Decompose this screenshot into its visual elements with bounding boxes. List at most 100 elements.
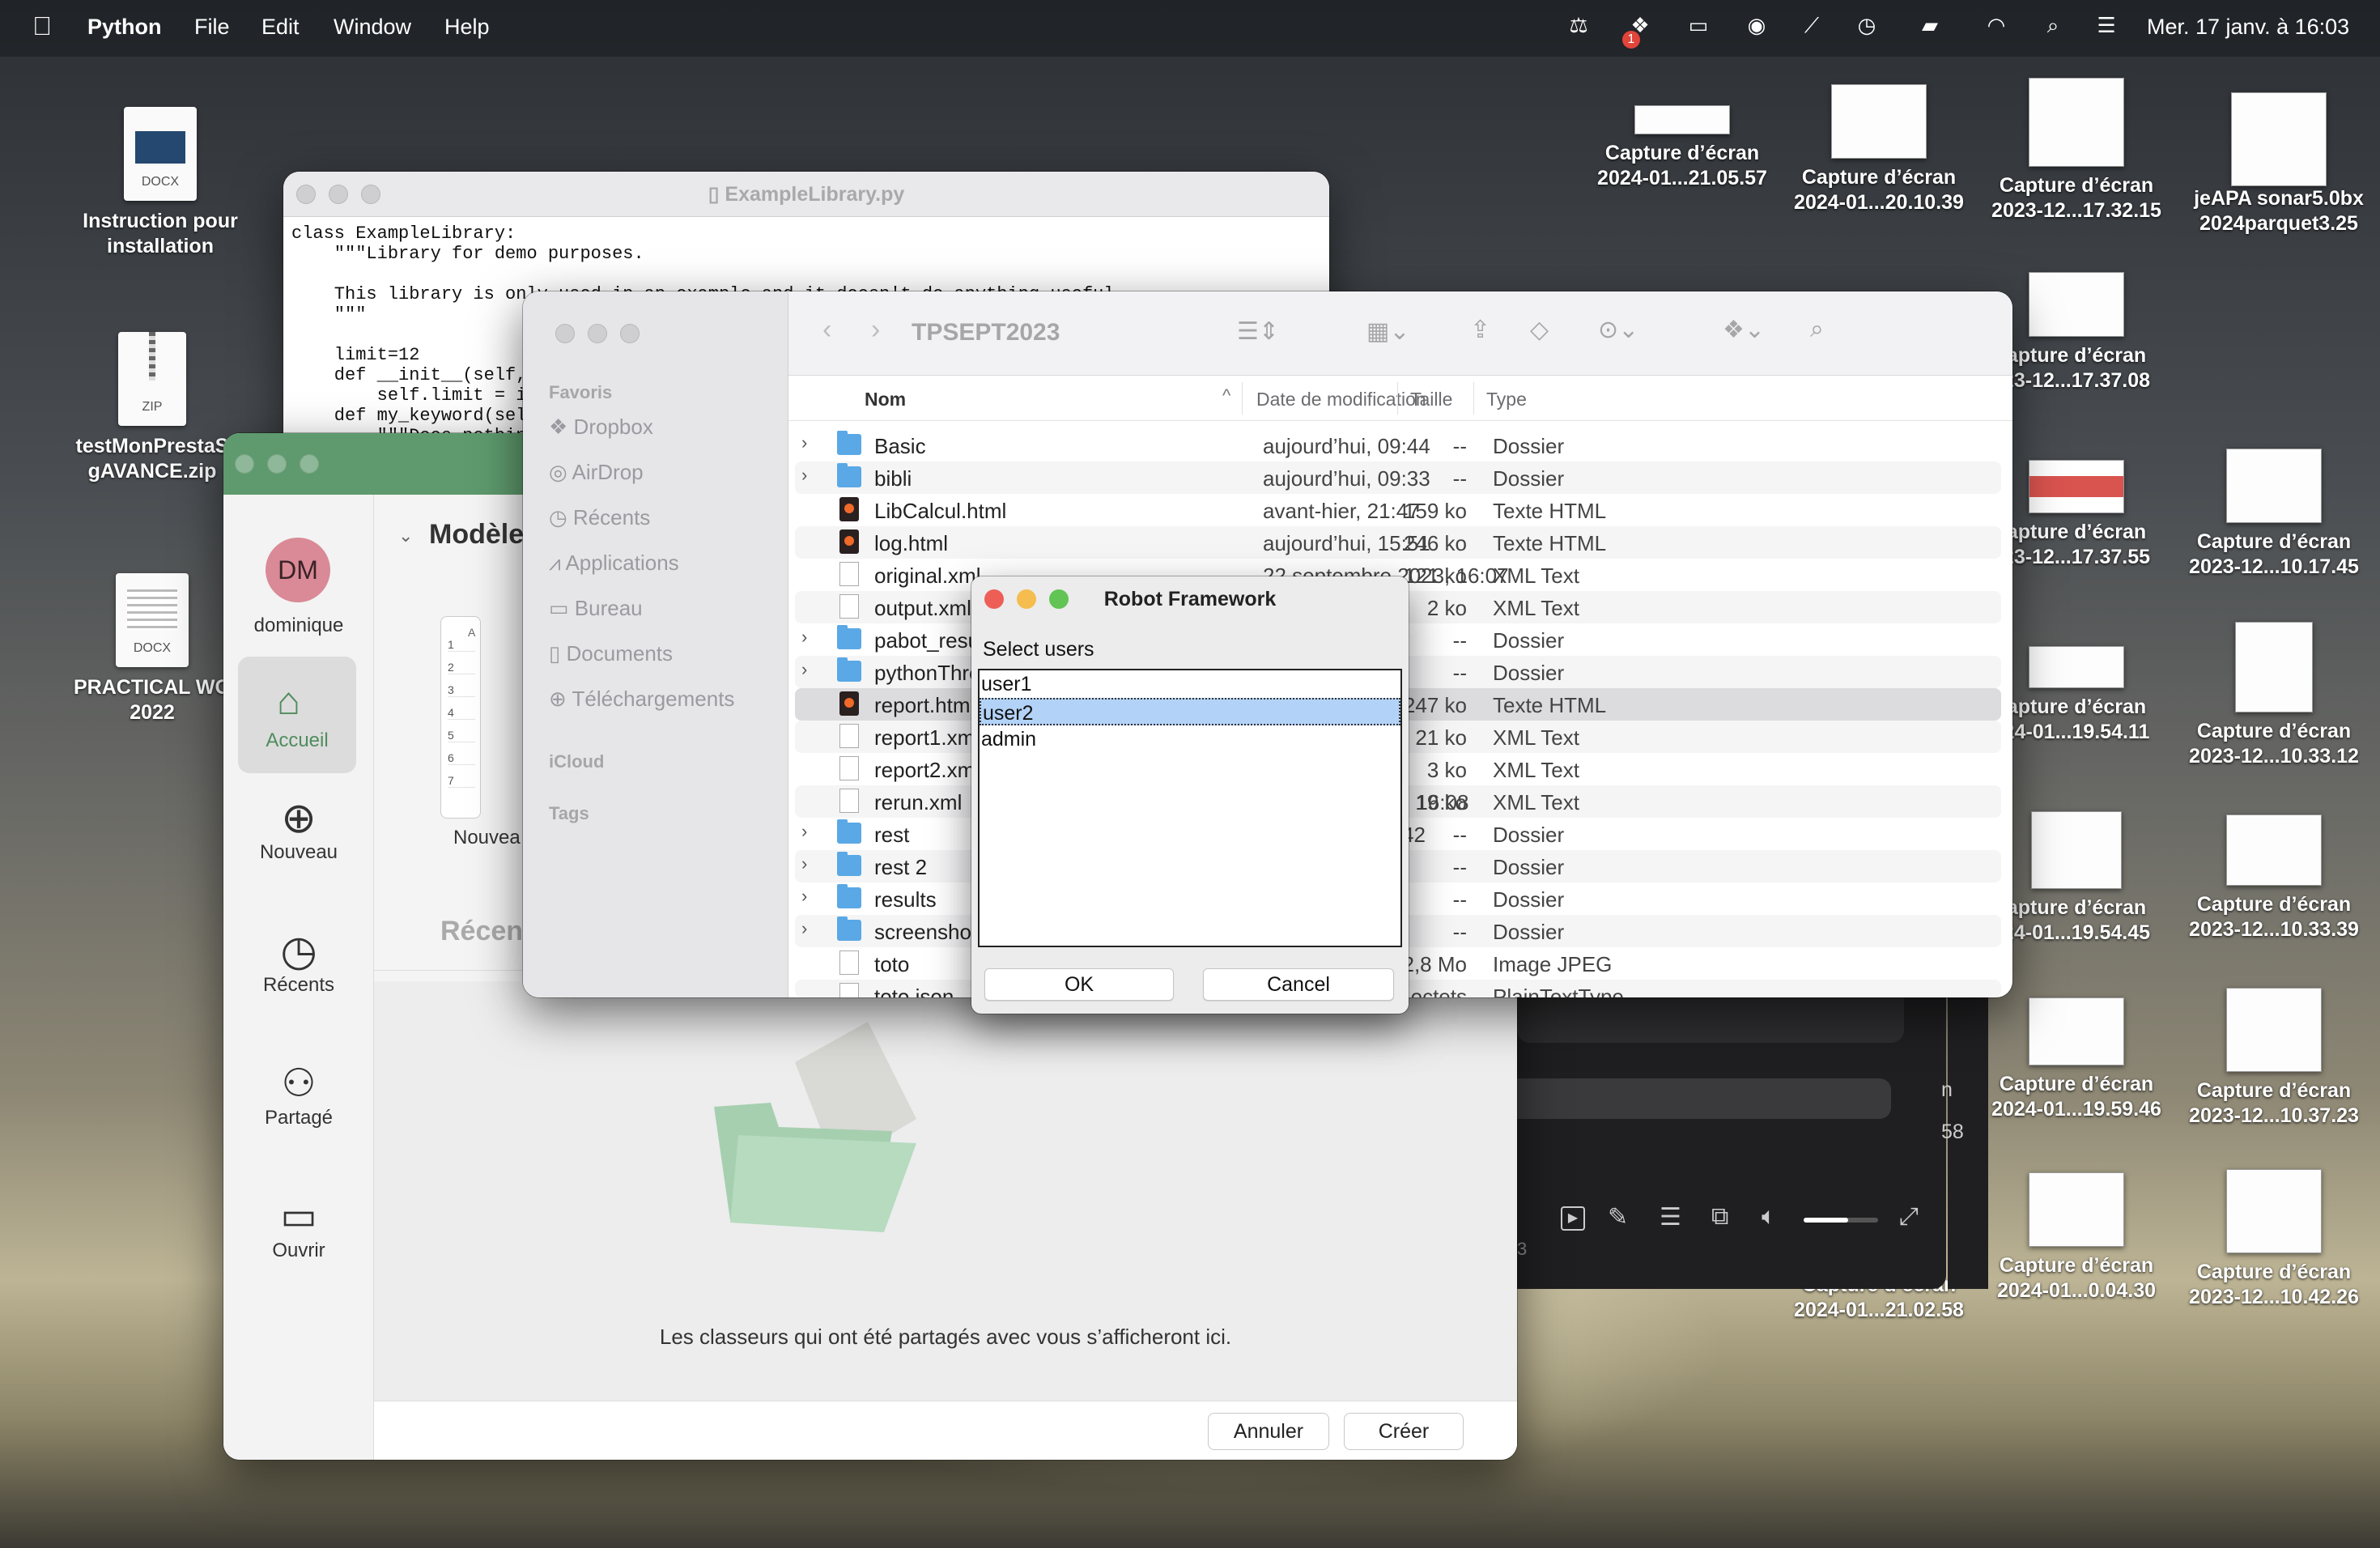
desktop-capture[interactable]: Capture d’écran 2023-12...17.32.15 [1975, 78, 2178, 223]
more-icon[interactable]: ⊙⌄ [1598, 316, 1638, 344]
volume-icon[interactable]: 🔈︎ [1762, 1203, 1776, 1231]
glasses-icon[interactable]: ◉ [1742, 13, 1771, 42]
fullscreen-icon[interactable]: ⤢ [1899, 1203, 1919, 1231]
pencil-slash-icon[interactable]: ⟋ [1797, 13, 1826, 42]
battery-icon[interactable]: ▰ [1912, 13, 1948, 42]
zoom-button[interactable] [300, 454, 319, 474]
chevron-down-icon[interactable]: ⌄ [398, 525, 413, 546]
close-button[interactable] [555, 324, 575, 343]
sidebar-section-tags[interactable]: Tags [549, 803, 589, 824]
desktop-capture[interactable]: Capture d’écran 2024-01...19.59.46 [1975, 997, 2178, 1122]
volume-slider[interactable] [1804, 1218, 1878, 1223]
desktop-file-practical[interactable]: DOCX PRACTICAL WO 2022 [63, 573, 241, 725]
disclosure-chevron-icon[interactable]: › [801, 627, 807, 648]
time-machine-icon[interactable]: ◷ [1852, 13, 1881, 42]
apple-menu-icon[interactable]:  [32, 11, 52, 41]
list-icon[interactable]: ☰ [1660, 1203, 1681, 1231]
sidebar-item-airdrop[interactable]: ◎ AirDrop [549, 460, 644, 485]
tag-icon[interactable]: ◇ [1530, 316, 1549, 344]
forward-icon[interactable]: › [871, 314, 880, 346]
list-item-user2-selected[interactable]: user2 [980, 698, 1400, 725]
avatar[interactable]: DM [266, 538, 330, 602]
nav-recents[interactable]: ◷ Récents [223, 929, 374, 997]
disclosure-chevron-icon[interactable]: › [801, 465, 807, 486]
sidebar-item-telechargements[interactable]: ⊕ Téléchargements [549, 687, 734, 712]
pencil-icon[interactable]: ✎ [1608, 1203, 1628, 1231]
sidebar-item-applications[interactable]: ⩘ Applications [549, 551, 679, 576]
template-thumbnail[interactable]: 1 2 3 4 5 6 7 [440, 616, 481, 819]
disclosure-chevron-icon[interactable]: › [801, 659, 807, 680]
sidebar-item-recents[interactable]: ◷ Récents [549, 505, 650, 530]
desktop-capture[interactable]: Capture d’écran 2023-12...10.17.45 [2173, 449, 2375, 580]
dropbox-icon[interactable]: ❖⌄ [1723, 316, 1765, 344]
nav-home[interactable]: ⌂ Accueil [238, 657, 356, 773]
search-icon[interactable]: ⌕ [2038, 13, 2068, 42]
sidebar-item-dropbox[interactable]: ❖ Dropbox [549, 415, 653, 440]
create-button[interactable]: Créer [1344, 1413, 1464, 1450]
scale-icon[interactable]: ⚖ [1564, 13, 1593, 42]
file-menu[interactable]: File [194, 15, 230, 40]
disclosure-chevron-icon[interactable]: › [801, 853, 807, 874]
file-row[interactable]: log.html aujourd’hui, 15:51 246 ko Texte HT… [795, 526, 2001, 559]
desktop-capture[interactable]: jeAPA sonar5.0bx 2024parquet3.25 [2178, 92, 2380, 254]
nav-open[interactable]: ▭ Ouvrir [223, 1194, 374, 1262]
clock[interactable]: Mer. 17 janv. à 16:03 [2147, 15, 2349, 40]
nav-new[interactable]: ⊕ Nouveau [223, 796, 374, 864]
share-icon[interactable]: ⇪ [1470, 316, 1490, 344]
disclosure-chevron-icon[interactable]: › [801, 918, 807, 939]
minimize-button[interactable] [588, 324, 607, 343]
sidebar-item-documents[interactable]: ▯ Documents [549, 641, 673, 666]
cancel-button[interactable]: Cancel [1203, 968, 1394, 1001]
minimize-button[interactable] [267, 454, 287, 474]
zoom-button[interactable] [361, 185, 380, 204]
disclosure-chevron-icon[interactable]: › [801, 821, 807, 842]
pip-icon[interactable]: ⧉ [1711, 1203, 1728, 1231]
wifi-icon[interactable]: ◠ [1982, 13, 2011, 42]
desktop-file-zip[interactable]: ZIP testMonPrestaS gAVANCE.zip [63, 332, 241, 484]
disclosure-chevron-icon[interactable]: › [801, 886, 807, 907]
desktop-capture[interactable]: Capture d’écran 2023-12...10.33.12 [2173, 622, 2375, 769]
desktop-file-instruction[interactable]: DOCX Instruction pour installation [71, 107, 249, 259]
control-center-icon[interactable]: ☰ [2092, 13, 2121, 42]
column-type[interactable]: Type [1486, 389, 1527, 410]
desktop-capture[interactable]: Capture d’écran 2023-12...10.42.26 [2173, 1169, 2375, 1310]
app-menu[interactable]: Python [87, 15, 162, 40]
zoom-button[interactable] [620, 324, 640, 343]
sort-ascending-icon[interactable]: ^ [1222, 385, 1230, 406]
close-button[interactable] [235, 454, 254, 474]
ok-button[interactable]: OK [984, 968, 1174, 1001]
edit-menu[interactable]: Edit [261, 15, 300, 40]
desktop-capture[interactable]: Capture d’écran 2024-01...20.10.39 [1778, 84, 1980, 215]
column-name[interactable]: Nom [865, 389, 906, 410]
help-menu[interactable]: Help [444, 15, 490, 40]
file-row[interactable]: › bibli aujourd’hui, 09:33 -- Dossier [795, 461, 2001, 494]
back-icon[interactable]: ‹ [822, 314, 831, 346]
desktop-capture[interactable]: Capture d’écran 2023-12...10.37.23 [2173, 988, 2375, 1129]
search-icon[interactable]: ⌕ [1810, 316, 1824, 343]
disclosure-chevron-icon[interactable]: › [801, 432, 807, 453]
minimize-button[interactable] [1017, 589, 1036, 609]
list-view-icon[interactable]: ☰⇕ [1237, 317, 1279, 346]
cancel-button[interactable]: Annuler [1208, 1413, 1329, 1450]
sidebar-item-bureau[interactable]: ▭ Bureau [549, 596, 643, 621]
list-item-admin[interactable]: admin [980, 725, 1400, 753]
close-button[interactable] [296, 185, 316, 204]
play-icon[interactable]: ▶ [1561, 1206, 1585, 1231]
desktop-capture[interactable]: Capture d’écran 2023-12...10.33.39 [2173, 814, 2375, 942]
desktop-capture[interactable]: Capture d’écran 2024-01...0.04.30 [1975, 1172, 2178, 1303]
column-size[interactable]: Taille [1410, 389, 1452, 410]
sidebar-section-icloud[interactable]: iCloud [549, 751, 604, 772]
minimize-button[interactable] [329, 185, 348, 204]
close-button[interactable] [984, 589, 1004, 609]
grid-view-icon[interactable]: ▦⌄ [1366, 317, 1409, 346]
file-row[interactable]: LibCalcul.html avant-hier, 21:47 159 ko Tex… [795, 494, 2001, 526]
nav-shared[interactable]: ⚇ Partagé [223, 1061, 374, 1129]
file-row[interactable]: › Basic aujourd’hui, 09:44 -- Dossier [795, 429, 2001, 461]
column-date[interactable]: Date de modification [1256, 389, 1426, 410]
users-listbox[interactable]: user1 user2 admin [978, 669, 1402, 947]
desktop-capture[interactable]: Capture d’écran 2024-01...21.05.57 [1581, 105, 1783, 191]
list-item-user1[interactable]: user1 [980, 670, 1400, 698]
window-menu[interactable]: Window [334, 15, 411, 40]
display-icon[interactable]: ▭ [1684, 13, 1713, 42]
zoom-button[interactable] [1049, 589, 1069, 609]
